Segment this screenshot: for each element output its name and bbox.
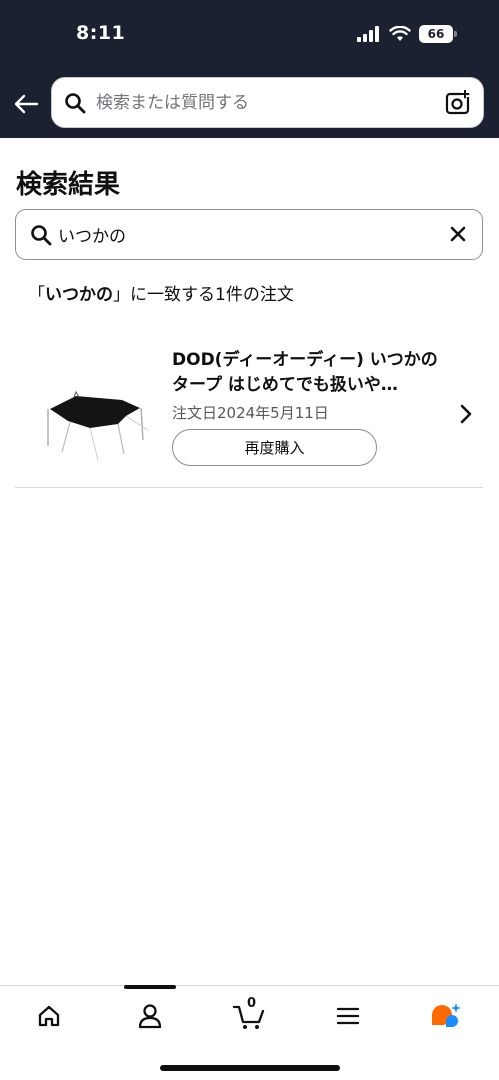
nav-active-indicator <box>124 985 176 989</box>
search-icon <box>30 224 52 246</box>
status-time: 8:11 <box>76 22 126 44</box>
rebuy-button[interactable]: 再度購入 <box>172 429 377 466</box>
status-icons: 66 <box>357 22 457 46</box>
header: 8:11 66 <box>0 0 499 138</box>
summary-search-term: いつかの <box>45 285 113 305</box>
summary-suffix: 」に一致する1件の注文 <box>113 285 294 305</box>
order-item-title[interactable]: DOD(ディーオーディー) いつかのタープ はじめてでも扱いや… <box>172 348 452 398</box>
signal-icon <box>357 26 379 42</box>
result-summary: 「いつかの」に一致する1件の注文 <box>28 280 294 305</box>
battery-indicator: 66 <box>419 25 457 43</box>
wifi-icon <box>389 26 411 41</box>
main-search-bar[interactable] <box>51 77 484 128</box>
page-title: 検索結果 <box>16 170 121 200</box>
camera-search-button[interactable] <box>445 90 471 116</box>
cart-count-badge: 0 <box>247 996 257 1011</box>
nav-cart[interactable]: 0 <box>229 996 269 1034</box>
main-search-input[interactable] <box>96 92 426 113</box>
person-icon <box>138 1004 162 1029</box>
back-button[interactable] <box>10 88 42 120</box>
nav-menu[interactable] <box>328 998 368 1034</box>
order-item[interactable]: DOD(ディーオーディー) いつかのタープ はじめてでも扱いや… 注文日2024… <box>15 330 483 488</box>
nav-home[interactable] <box>29 998 69 1034</box>
search-icon <box>64 92 86 114</box>
camera-icon <box>445 90 470 115</box>
product-thumbnail <box>47 390 149 461</box>
close-icon <box>450 226 466 242</box>
ai-chat-icon <box>432 1003 461 1027</box>
chevron-right-icon[interactable] <box>459 404 473 424</box>
nav-account[interactable] <box>130 998 170 1034</box>
home-icon <box>38 1005 60 1027</box>
order-date: 注文日2024年5月11日 <box>172 404 329 422</box>
home-indicator <box>160 1065 340 1071</box>
nav-ai-assistant[interactable] <box>426 998 466 1034</box>
bottom-nav: 0 <box>0 985 499 1080</box>
order-search-input[interactable] <box>58 224 428 245</box>
menu-icon <box>336 1007 360 1025</box>
summary-open-quote: 「 <box>28 285 45 305</box>
back-arrow-icon <box>14 94 39 114</box>
clear-search-button[interactable] <box>448 224 468 244</box>
order-search-bar[interactable] <box>15 209 483 260</box>
